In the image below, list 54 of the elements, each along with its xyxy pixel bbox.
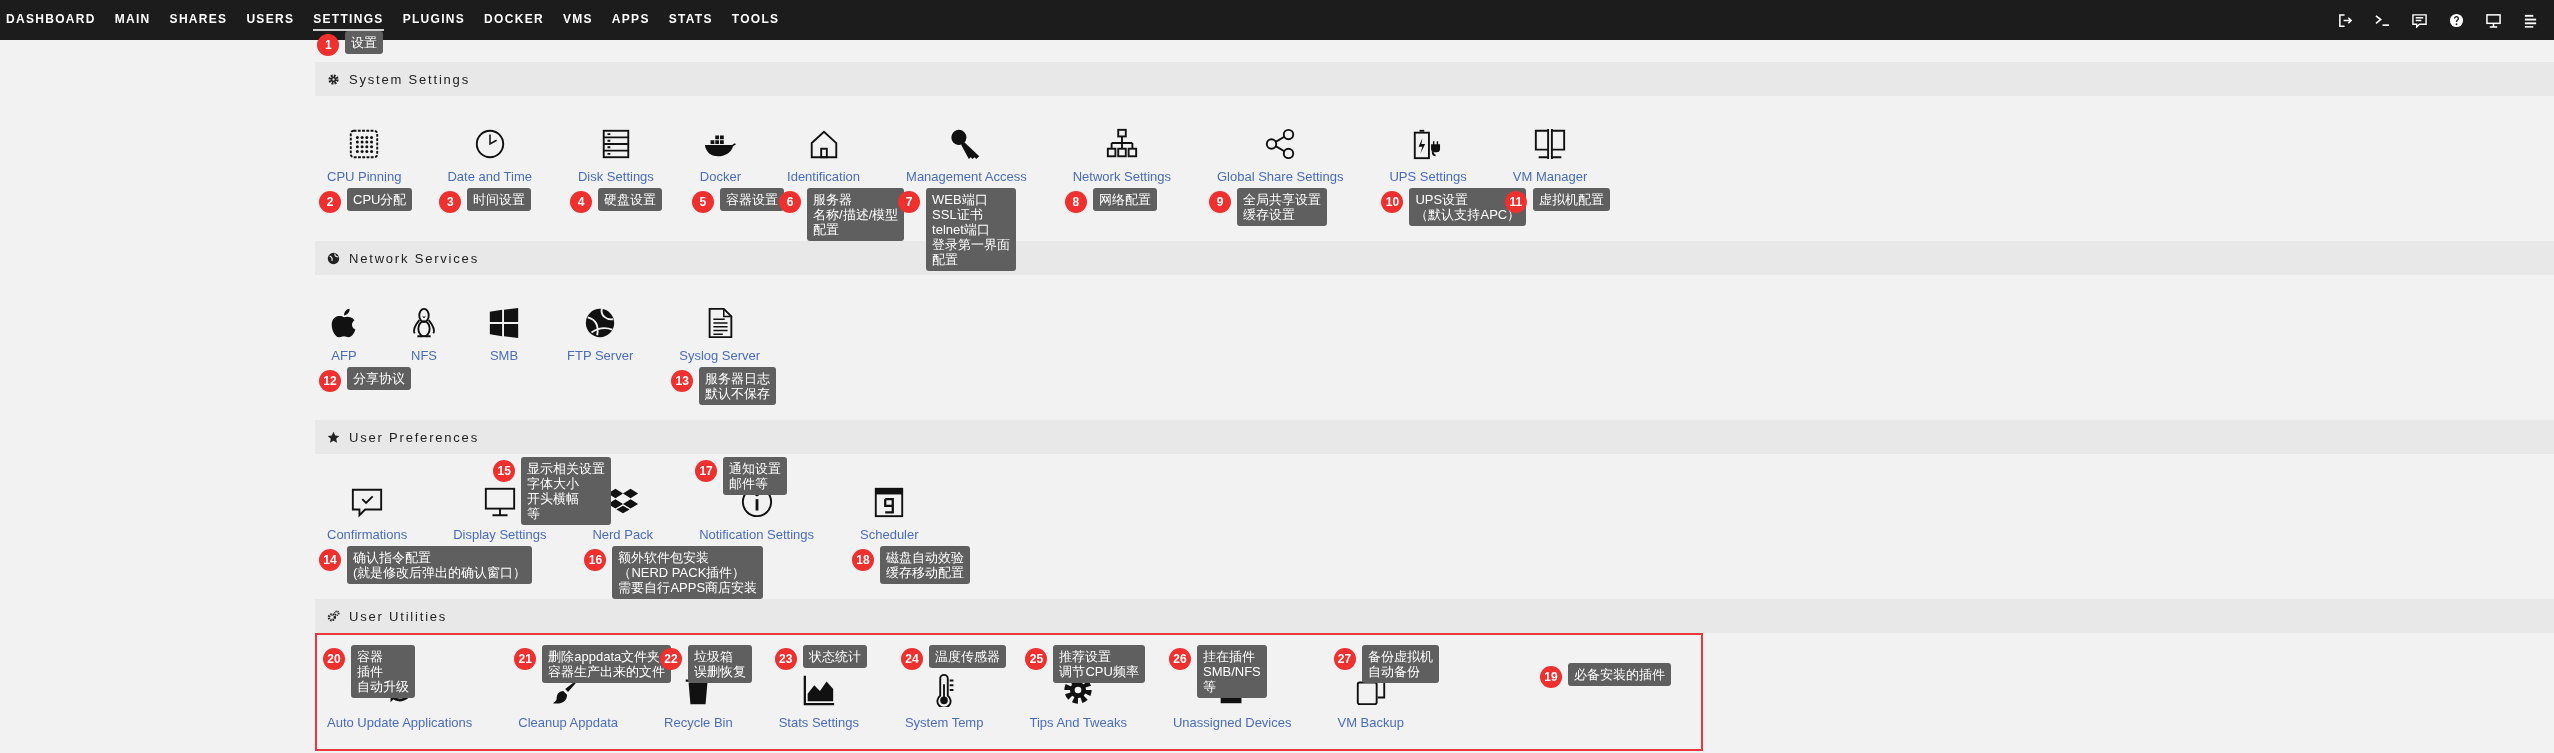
section-title: Network Services xyxy=(349,250,479,266)
note-tooltip: 垃圾箱 误删恢复 xyxy=(688,645,753,683)
number-badge: 4 xyxy=(570,191,592,213)
number-badge: 8 xyxy=(1064,191,1087,213)
note-tooltip: 全局共享设置 缓存设置 xyxy=(1237,188,1327,226)
number-badge: 14 xyxy=(319,549,341,571)
note-tooltip: 服务器日志 默认不保存 xyxy=(699,367,777,405)
number-badge: 7 xyxy=(898,191,921,213)
number-badge: 19 xyxy=(1540,666,1562,688)
note-tooltip: 备份虚拟机 自动备份 xyxy=(1361,645,1439,683)
note-tooltip: 容器设置 xyxy=(719,188,784,211)
note-tooltip: 网络配置 xyxy=(1092,188,1157,211)
note-tooltip: 确认指令配置 (就是修改后弹出的确认窗口） xyxy=(347,546,533,584)
section-title: User Preferences xyxy=(349,429,479,445)
number-badge: 17 xyxy=(695,460,718,482)
number-badge: 3 xyxy=(439,191,462,213)
number-badge: 21 xyxy=(514,648,537,670)
number-badge: 26 xyxy=(1169,648,1191,670)
note-tooltip: 硬盘设置 xyxy=(598,188,662,211)
number-badge: 23 xyxy=(774,648,797,670)
note-tooltip: 必备安装的插件 xyxy=(1568,663,1671,686)
note-tooltip: 设置 xyxy=(345,31,384,54)
section-title: System Settings xyxy=(349,71,470,87)
note-tooltip: 虚拟机配置 xyxy=(1532,188,1610,211)
note-tooltip: 挂在插件 SMB/NFS 等 xyxy=(1197,645,1267,698)
note-tooltip: 推荐设置 调节CPU频率 xyxy=(1053,645,1145,683)
note-tooltip: 温度传感器 xyxy=(928,645,1006,668)
number-badge: 20 xyxy=(323,648,345,670)
number-badge: 25 xyxy=(1025,648,1048,670)
number-badge: 9 xyxy=(1209,191,1231,213)
number-badge: 10 xyxy=(1381,191,1404,213)
note-tooltip: 额外软件包安装 （NERD PACK插件） 需要自行APPS商店安装 xyxy=(612,546,764,599)
number-badge: 13 xyxy=(671,370,694,392)
note-tooltip: 分享协议 xyxy=(347,367,411,390)
note-tooltip: 状态统计 xyxy=(802,645,867,668)
note-tooltip: WEB端口 SSL证书 telnet端口 登录第一界面 配置 xyxy=(926,188,1017,271)
number-badge: 2 xyxy=(319,191,341,213)
note-tooltip: 容器 插件 自动升级 xyxy=(351,645,415,698)
number-badge: 6 xyxy=(779,191,802,213)
number-badge: 1 xyxy=(317,34,340,56)
note-tooltip: 服务器 名称/描述/模型 配置 xyxy=(807,188,905,241)
note-tooltip: 磁盘自动效验 缓存移动配置 xyxy=(880,546,971,584)
note-tooltip: CPU分配 xyxy=(347,188,413,211)
section-title: User Utilities xyxy=(349,608,448,624)
number-badge: 16 xyxy=(584,549,607,571)
number-badge: 12 xyxy=(319,370,341,392)
number-badge: 24 xyxy=(900,648,923,670)
number-badge: 18 xyxy=(852,549,875,571)
number-badge: 5 xyxy=(691,191,714,213)
number-badge: 27 xyxy=(1333,648,1356,670)
number-badge: 15 xyxy=(493,460,516,482)
note-tooltip: 显示相关设置 字体大小 开头横幅 等 xyxy=(521,457,612,525)
note-tooltip: 时间设置 xyxy=(467,188,532,211)
note-tooltip: 通知设置 邮件等 xyxy=(723,457,788,495)
